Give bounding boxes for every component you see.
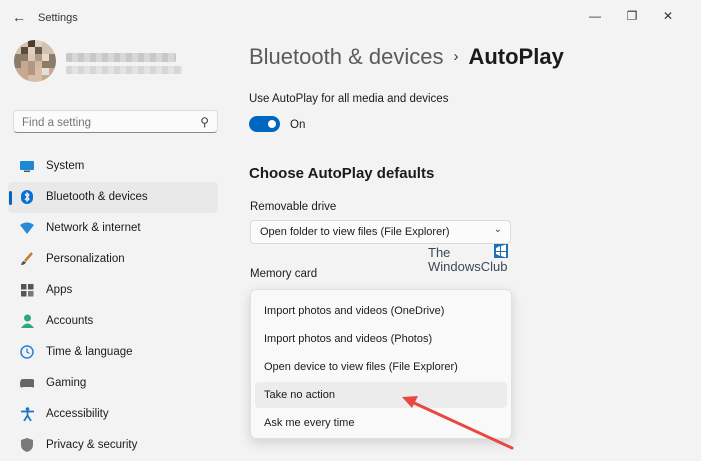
removable-drive-value: Open folder to view files (File Explorer… (260, 226, 450, 238)
search-input[interactable] (20, 114, 194, 131)
removable-drive-label: Removable drive (250, 201, 337, 213)
sidebar-item-label: Personalization (46, 253, 125, 265)
sidebar-item-label: Accessibility (46, 408, 109, 420)
time-language-icon (20, 345, 34, 359)
sidebar-nav: System Bluetooth & devices Network & int… (8, 151, 218, 461)
dropdown-option[interactable]: Import photos and videos (Photos) (255, 326, 507, 352)
autoplay-setting-label: Use AutoPlay for all media and devices (249, 93, 449, 105)
title-bar: ← Settings — ❐ ✕ (0, 0, 701, 34)
page-title: AutoPlay (468, 44, 564, 69)
sidebar-item-system[interactable]: System (8, 151, 218, 182)
autoplay-toggle[interactable] (249, 116, 280, 132)
removable-drive-select[interactable]: Open folder to view files (File Explorer… (250, 220, 511, 244)
memory-card-dropdown-list: Import photos and videos (OneDrive) Impo… (250, 289, 512, 439)
option-label: Import photos and videos (Photos) (264, 333, 433, 345)
toggle-state-label: On (290, 119, 306, 131)
sidebar-item-label: Bluetooth & devices (46, 191, 148, 203)
breadcrumb: Bluetooth & devices › AutoPlay (249, 44, 564, 70)
sidebar-item-accessibility[interactable]: Accessibility (8, 399, 218, 430)
sidebar-item-apps[interactable]: Apps (8, 275, 218, 306)
avatar[interactable] (14, 40, 56, 82)
sidebar-item-network[interactable]: Network & internet (8, 213, 218, 244)
sidebar-item-label: Network & internet (46, 222, 141, 234)
close-button[interactable]: ✕ (653, 6, 683, 26)
sidebar-item-accounts[interactable]: Accounts (8, 306, 218, 337)
sidebar-item-gaming[interactable]: Gaming (8, 368, 218, 399)
gaming-icon (20, 376, 34, 390)
active-indicator (9, 191, 12, 205)
bluetooth-icon (20, 190, 34, 204)
dropdown-option[interactable]: Ask me every time (255, 410, 507, 436)
maximize-button[interactable]: ❐ (617, 6, 647, 26)
sidebar-item-label: Time & language (46, 346, 133, 358)
search-icon[interactable]: ⚲ (200, 115, 209, 129)
sidebar-item-label: System (46, 160, 85, 172)
sidebar-item-label: Apps (46, 284, 73, 296)
network-icon (20, 221, 34, 235)
sidebar-item-time-language[interactable]: Time & language (8, 337, 218, 368)
sidebar-item-personalization[interactable]: Personalization (8, 244, 218, 275)
system-icon (20, 159, 34, 173)
option-label: Open device to view files (File Explorer… (264, 361, 458, 373)
search-box[interactable]: ⚲ (13, 110, 218, 133)
chevron-right-icon: › (453, 48, 459, 65)
shield-icon (20, 438, 34, 452)
dropdown-option[interactable]: Open device to view files (File Explorer… (255, 354, 507, 380)
back-arrow-icon[interactable]: ← (10, 8, 28, 26)
minimize-button[interactable]: — (580, 6, 610, 26)
memory-card-label: Memory card (250, 268, 318, 280)
accessibility-icon (20, 407, 34, 421)
toggle-knob (268, 120, 276, 128)
sidebar-item-label: Accounts (46, 315, 94, 327)
sidebar-item-privacy-security[interactable]: Privacy & security (8, 430, 218, 461)
app-title: Settings (38, 12, 78, 24)
sidebar-item-label: Privacy & security (46, 439, 138, 451)
account-email-blurred (66, 66, 182, 74)
option-label: Ask me every time (264, 417, 355, 429)
option-label: Import photos and videos (OneDrive) (264, 305, 445, 317)
watermark-line2: WindowsClub (428, 259, 508, 274)
sidebar-item-bluetooth[interactable]: Bluetooth & devices (8, 182, 218, 213)
option-label: Take no action (264, 389, 335, 401)
accounts-icon (20, 314, 34, 328)
chevron-down-icon: ⌄ (493, 224, 502, 235)
watermark-logo (494, 244, 508, 258)
dropdown-option-highlighted[interactable]: Take no action (255, 382, 507, 408)
sidebar-item-label: Gaming (46, 377, 87, 389)
account-name-blurred (66, 53, 176, 62)
dropdown-option[interactable]: Import photos and videos (OneDrive) (255, 298, 507, 324)
brush-icon (20, 252, 34, 266)
section-heading: Choose AutoPlay defaults (249, 165, 435, 182)
breadcrumb-parent[interactable]: Bluetooth & devices (249, 44, 443, 69)
apps-icon (20, 283, 34, 297)
